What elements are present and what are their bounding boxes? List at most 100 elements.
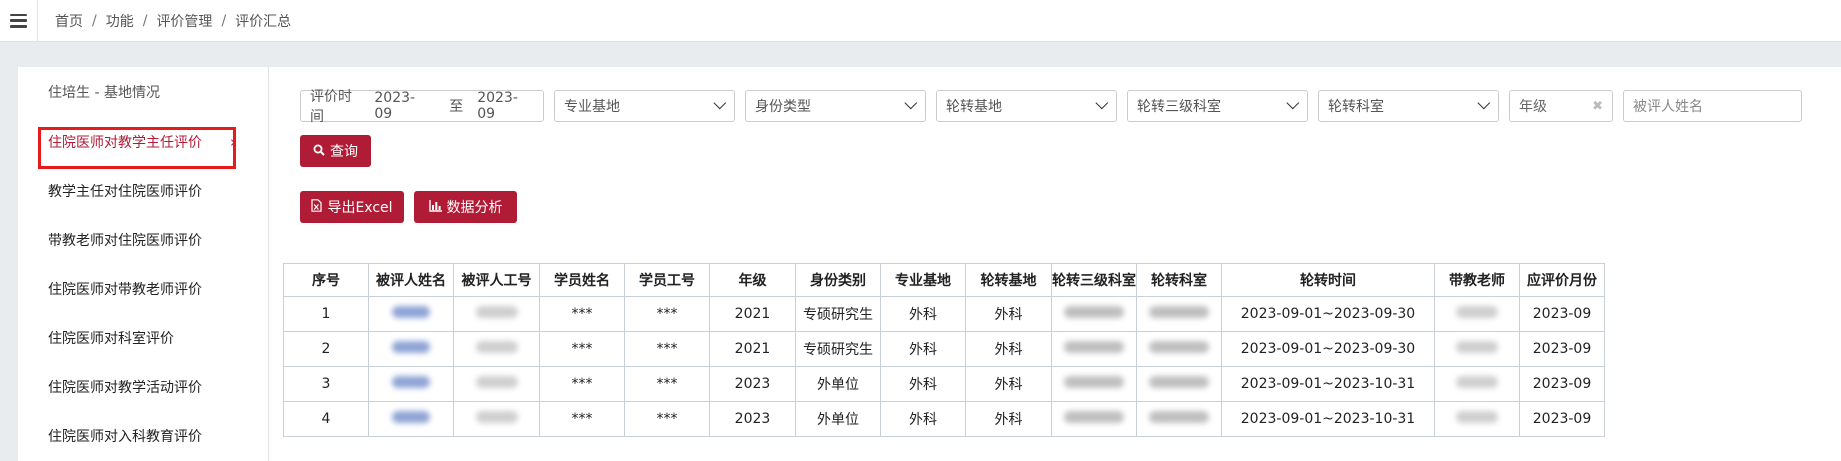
identity-type-select[interactable]: 身份类型 bbox=[745, 90, 926, 122]
grade-placeholder: 年级 bbox=[1519, 99, 1547, 115]
redacted-text bbox=[1456, 411, 1498, 423]
clear-icon[interactable]: ✖ bbox=[1592, 99, 1603, 114]
table-row: 3 *** *** 2023 外单位 外科 外科 2023-09-01~2023… bbox=[283, 366, 1605, 402]
sidebar-header: 住培生 - 基地情况 bbox=[48, 85, 160, 101]
evaluatee-name-cell[interactable] bbox=[368, 366, 454, 402]
sidebar-item-director-to-resident[interactable]: 教学主任对住院医师评价 bbox=[18, 166, 268, 215]
chevron-right-icon: › bbox=[230, 132, 236, 151]
data-analysis-label: 数据分析 bbox=[446, 200, 503, 216]
tertiary-dept-cell bbox=[1051, 366, 1137, 402]
column-header: 轮转三级科室 bbox=[1051, 263, 1137, 297]
column-header: 轮转科室 bbox=[1136, 263, 1222, 297]
query-button[interactable]: 查询 bbox=[300, 135, 371, 167]
rotation-tertiary-dept-select[interactable]: 轮转三级科室 bbox=[1127, 90, 1308, 122]
rotation-dept-cell bbox=[1136, 331, 1222, 367]
evaluatee-name-cell[interactable] bbox=[368, 296, 454, 332]
teacher-cell bbox=[1434, 331, 1520, 367]
major-base-select[interactable]: 专业基地 bbox=[554, 90, 735, 122]
evaluatee-id-cell bbox=[453, 401, 540, 437]
rotation-base-cell: 外科 bbox=[965, 296, 1052, 332]
rotation-department-select[interactable]: 轮转科室 bbox=[1318, 90, 1499, 122]
teacher-cell bbox=[1434, 296, 1520, 332]
evaluatee-name-cell[interactable] bbox=[368, 401, 454, 437]
column-header: 被评人工号 bbox=[453, 263, 540, 297]
row-number: 1 bbox=[283, 296, 369, 332]
date-to-word: 至 bbox=[449, 99, 464, 115]
tertiary-dept-cell bbox=[1051, 296, 1137, 332]
redacted-text bbox=[1064, 306, 1124, 318]
sidebar-item-resident-to-department[interactable]: 住院医师对科室评价 bbox=[18, 313, 268, 362]
sidebar-item-resident-to-orientation[interactable]: 住院医师对入科教育评价 bbox=[18, 411, 268, 460]
major-base-cell: 外科 bbox=[880, 296, 966, 332]
date-to-value[interactable]: 2023-09 bbox=[477, 90, 534, 122]
sidebar-item-resident-to-teaching-director[interactable]: 住院医师对教学主任评价 › bbox=[18, 117, 268, 166]
column-header: 应评价月份 bbox=[1519, 263, 1605, 297]
student-id-cell: *** bbox=[624, 366, 710, 402]
student-id-cell: *** bbox=[624, 296, 710, 332]
column-header: 轮转时间 bbox=[1221, 263, 1435, 297]
evaluatee-name-input[interactable]: 被评人姓名 bbox=[1623, 90, 1802, 122]
breadcrumb-separator: / bbox=[221, 12, 227, 29]
redacted-text bbox=[1149, 306, 1209, 318]
redacted-text bbox=[475, 306, 518, 318]
breadcrumb-separator: / bbox=[92, 12, 97, 29]
table-row: 4 *** *** 2023 外单位 外科 外科 2023-09-01~2023… bbox=[283, 401, 1605, 437]
breadcrumb-evaluation-management[interactable]: 评价管理 bbox=[156, 11, 212, 31]
rotation-base-select[interactable]: 轮转基地 bbox=[936, 90, 1117, 122]
breadcrumb-separator: / bbox=[142, 12, 148, 29]
month-cell: 2023-09 bbox=[1519, 296, 1605, 332]
select-value: 轮转三级科室 bbox=[1137, 99, 1221, 115]
teacher-cell bbox=[1434, 366, 1520, 402]
sidebar-item-resident-to-teacher[interactable]: 住院医师对带教老师评价 bbox=[18, 264, 268, 313]
rotation-base-cell: 外科 bbox=[965, 331, 1052, 367]
grade-field[interactable]: 年级 ✖ bbox=[1509, 90, 1613, 122]
sidebar-item-resident-to-teaching-activity[interactable]: 住院医师对教学活动评价 bbox=[18, 362, 268, 411]
chevron-down-icon bbox=[1477, 96, 1491, 109]
major-base-cell: 外科 bbox=[880, 401, 966, 437]
redacted-text bbox=[475, 376, 518, 388]
redacted-text bbox=[1456, 376, 1498, 388]
student-name-cell: *** bbox=[539, 296, 625, 332]
table-row: 1 *** *** 2021 专硕研究生 外科 外科 2023-09-01~20… bbox=[283, 296, 1605, 332]
evaluation-summary-table: 序号 被评人姓名 被评人工号 学员姓名 学员工号 年级 身份类别 专业基地 轮转… bbox=[283, 263, 1605, 437]
identity-cell: 外单位 bbox=[795, 366, 881, 402]
export-excel-button[interactable]: 导出Excel bbox=[300, 191, 404, 223]
grade-cell: 2023 bbox=[709, 366, 796, 402]
redacted-text bbox=[392, 341, 430, 353]
sidebar-item-teacher-to-resident[interactable]: 带教老师对住院医师评价 bbox=[18, 215, 268, 264]
sidebar-item-label: 带教老师对住院医师评价 bbox=[48, 232, 202, 249]
table-header-row: 序号 被评人姓名 被评人工号 学员姓名 学员工号 年级 身份类别 专业基地 轮转… bbox=[283, 263, 1605, 297]
data-analysis-button[interactable]: 数据分析 bbox=[414, 191, 517, 223]
column-header: 轮转基地 bbox=[965, 263, 1052, 297]
date-from-value[interactable]: 2023-09 bbox=[374, 90, 431, 122]
evaluation-date-range[interactable]: 评价时间 2023-09 至 2023-09 bbox=[300, 89, 544, 125]
select-value: 轮转基地 bbox=[946, 99, 1002, 115]
student-id-cell: *** bbox=[624, 331, 710, 367]
identity-cell: 外单位 bbox=[795, 401, 881, 437]
chevron-down-icon bbox=[1286, 96, 1300, 109]
column-header: 身份类别 bbox=[795, 263, 881, 297]
evaluatee-id-cell bbox=[453, 366, 540, 402]
month-cell: 2023-09 bbox=[1519, 401, 1605, 437]
sidebar-item-label: 住院医师对教学活动评价 bbox=[48, 379, 202, 396]
breadcrumb-home[interactable]: 首页 bbox=[55, 11, 83, 31]
redacted-text bbox=[392, 376, 430, 388]
evaluatee-name-cell[interactable] bbox=[368, 331, 454, 367]
breadcrumb-function[interactable]: 功能 bbox=[106, 11, 134, 31]
redacted-text bbox=[1064, 411, 1124, 423]
redacted-text bbox=[475, 411, 518, 423]
redacted-text bbox=[1149, 376, 1209, 388]
filter-bar: 评价时间 2023-09 至 2023-09 专业基地 身份类型 轮转基地 轮转… bbox=[300, 89, 1802, 125]
select-value: 专业基地 bbox=[564, 99, 620, 115]
redacted-text bbox=[1456, 306, 1498, 318]
row-number: 4 bbox=[283, 401, 369, 437]
rotation-dept-cell bbox=[1136, 401, 1222, 437]
main-panel: 评价时间 2023-09 至 2023-09 专业基地 身份类型 轮转基地 轮转… bbox=[268, 67, 1841, 461]
rotation-dept-cell bbox=[1136, 296, 1222, 332]
redacted-text bbox=[1149, 341, 1209, 353]
redacted-text bbox=[1149, 411, 1209, 423]
hamburger-menu-icon[interactable] bbox=[0, 0, 38, 42]
student-name-cell: *** bbox=[539, 366, 625, 402]
row-number: 3 bbox=[283, 366, 369, 402]
sidebar: 住培生 - 基地情况 住院医师对教学主任评价 › 教学主任对住院医师评价 带教老… bbox=[18, 67, 268, 461]
